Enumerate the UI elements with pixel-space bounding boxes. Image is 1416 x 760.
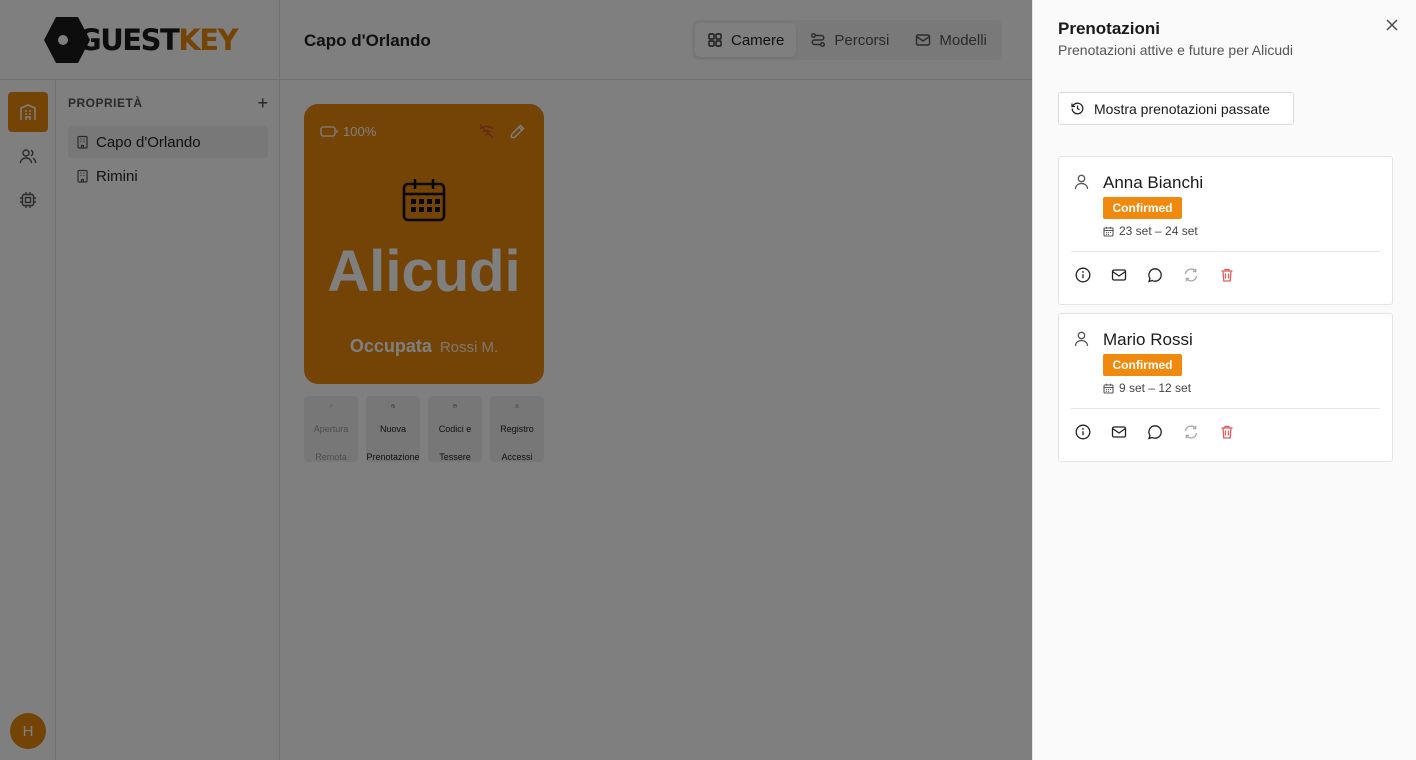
booking-card: Mario Rossi Confirmed 9 set – 12 set: [1058, 313, 1393, 462]
chat-bubble-icon: [1147, 425, 1162, 440]
booking-card: Anna Bianchi Confirmed 23 set – 24 set: [1058, 156, 1393, 305]
sheet-title: Prenotazioni: [1058, 19, 1161, 38]
booking-dates: 9 set – 12 set: [1103, 381, 1191, 395]
delete-button[interactable]: [1219, 424, 1235, 440]
status-badge: Confirmed: [1103, 197, 1182, 219]
mail-icon: [1111, 269, 1127, 281]
email-button[interactable]: [1111, 267, 1127, 283]
show-past-bookings-button[interactable]: Mostra prenotazioni passate: [1058, 92, 1294, 125]
close-button[interactable]: [1383, 16, 1401, 34]
user-icon: [1074, 174, 1089, 190]
booking-actions: [1075, 424, 1235, 440]
chat-bubble-icon: [1147, 268, 1162, 283]
booking-dates: 23 set – 24 set: [1103, 224, 1198, 238]
modal-overlay[interactable]: [0, 0, 1032, 760]
show-past-bookings-label: Mostra prenotazioni passate: [1094, 100, 1270, 117]
user-icon: [1074, 331, 1089, 347]
history-icon: [1071, 102, 1084, 115]
info-button[interactable]: [1075, 424, 1091, 440]
status-badge: Confirmed: [1103, 354, 1182, 376]
message-button[interactable]: [1147, 424, 1163, 440]
booking-actions: [1075, 267, 1235, 283]
trash-icon: [1221, 268, 1233, 282]
trash-icon: [1221, 425, 1233, 439]
info-button[interactable]: [1075, 267, 1091, 283]
sync-button[interactable]: [1183, 424, 1199, 440]
calendar-small-icon: [1103, 383, 1114, 394]
divider: [1071, 408, 1380, 409]
booking-guest-name: Mario Rossi: [1103, 330, 1193, 349]
email-button[interactable]: [1111, 424, 1127, 440]
delete-button[interactable]: [1219, 267, 1235, 283]
message-button[interactable]: [1147, 267, 1163, 283]
sheet-subtitle: Prenotazioni attive e future per Alicudi: [1058, 42, 1294, 58]
divider: [1071, 251, 1380, 252]
refresh-icon: [1184, 425, 1198, 439]
info-icon: [1075, 267, 1091, 283]
booking-dates-label: 23 set – 24 set: [1119, 224, 1198, 238]
mail-icon: [1111, 426, 1127, 438]
info-icon: [1075, 424, 1091, 440]
calendar-small-icon: [1103, 226, 1114, 237]
close-icon: [1386, 19, 1398, 31]
booking-guest-name: Anna Bianchi: [1103, 173, 1204, 192]
refresh-icon: [1184, 268, 1198, 282]
booking-dates-label: 9 set – 12 set: [1119, 381, 1192, 395]
sync-button[interactable]: [1183, 267, 1199, 283]
bookings-sheet: Prenotazioni Prenotazioni attive e futur…: [1032, 0, 1416, 760]
